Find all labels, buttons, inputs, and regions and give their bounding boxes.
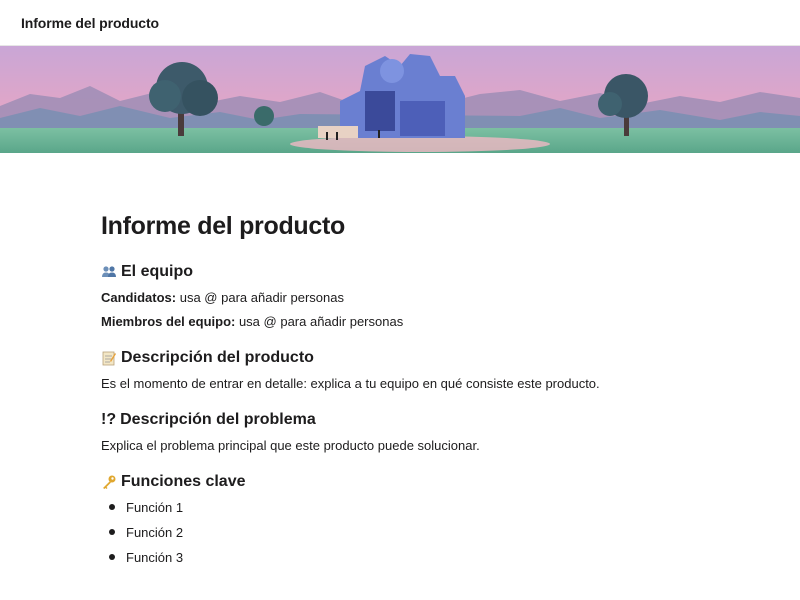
features-section: Funciones clave Función 1 Función 2 Func… [101, 473, 701, 566]
candidates-label: Candidatos: [101, 290, 177, 305]
problem-heading-text: Descripción del problema [120, 411, 316, 428]
candidates-value[interactable]: usa @ para añadir personas [176, 290, 344, 305]
team-heading: El equipo [101, 263, 701, 281]
product-heading-text: Descripción del producto [121, 349, 314, 366]
features-list: Función 1 Función 2 Función 3 [101, 499, 701, 566]
interrobang-icon: !? [101, 411, 117, 428]
list-item[interactable]: Función 2 [101, 524, 701, 541]
top-bar: Informe del producto [0, 0, 800, 46]
problem-description[interactable]: Explica el problema principal que este p… [101, 437, 701, 454]
key-icon [101, 474, 117, 490]
page-title: Informe del producto [101, 212, 346, 240]
window-title: Informe del producto [21, 14, 160, 31]
members-value[interactable]: usa @ para añadir personas [235, 314, 403, 329]
banner-illustration [0, 46, 800, 153]
product-description[interactable]: Es el momento de entrar en detalle: expl… [101, 375, 701, 392]
problem-heading: !? Descripción del problema [101, 411, 701, 429]
team-heading-text: El equipo [121, 263, 193, 280]
product-heading: Descripción del producto [101, 349, 701, 367]
document-body: Informe del producto El equipo Candidato… [0, 153, 701, 566]
features-heading-text: Funciones clave [121, 473, 246, 490]
candidates-row: Candidatos: usa @ para añadir personas [101, 289, 701, 306]
team-section: El equipo Candidatos: usa @ para añadir … [101, 263, 701, 330]
list-item[interactable]: Función 3 [101, 549, 701, 566]
people-icon [101, 264, 117, 280]
memo-icon [101, 350, 117, 366]
problem-section: !? Descripción del problema Explica el p… [101, 411, 701, 454]
members-label: Miembros del equipo: [101, 314, 236, 329]
members-row: Miembros del equipo: usa @ para añadir p… [101, 313, 701, 330]
header-banner-image [0, 46, 800, 153]
list-item[interactable]: Función 1 [101, 499, 701, 516]
features-heading: Funciones clave [101, 473, 701, 491]
product-section: Descripción del producto Es el momento d… [101, 349, 701, 392]
